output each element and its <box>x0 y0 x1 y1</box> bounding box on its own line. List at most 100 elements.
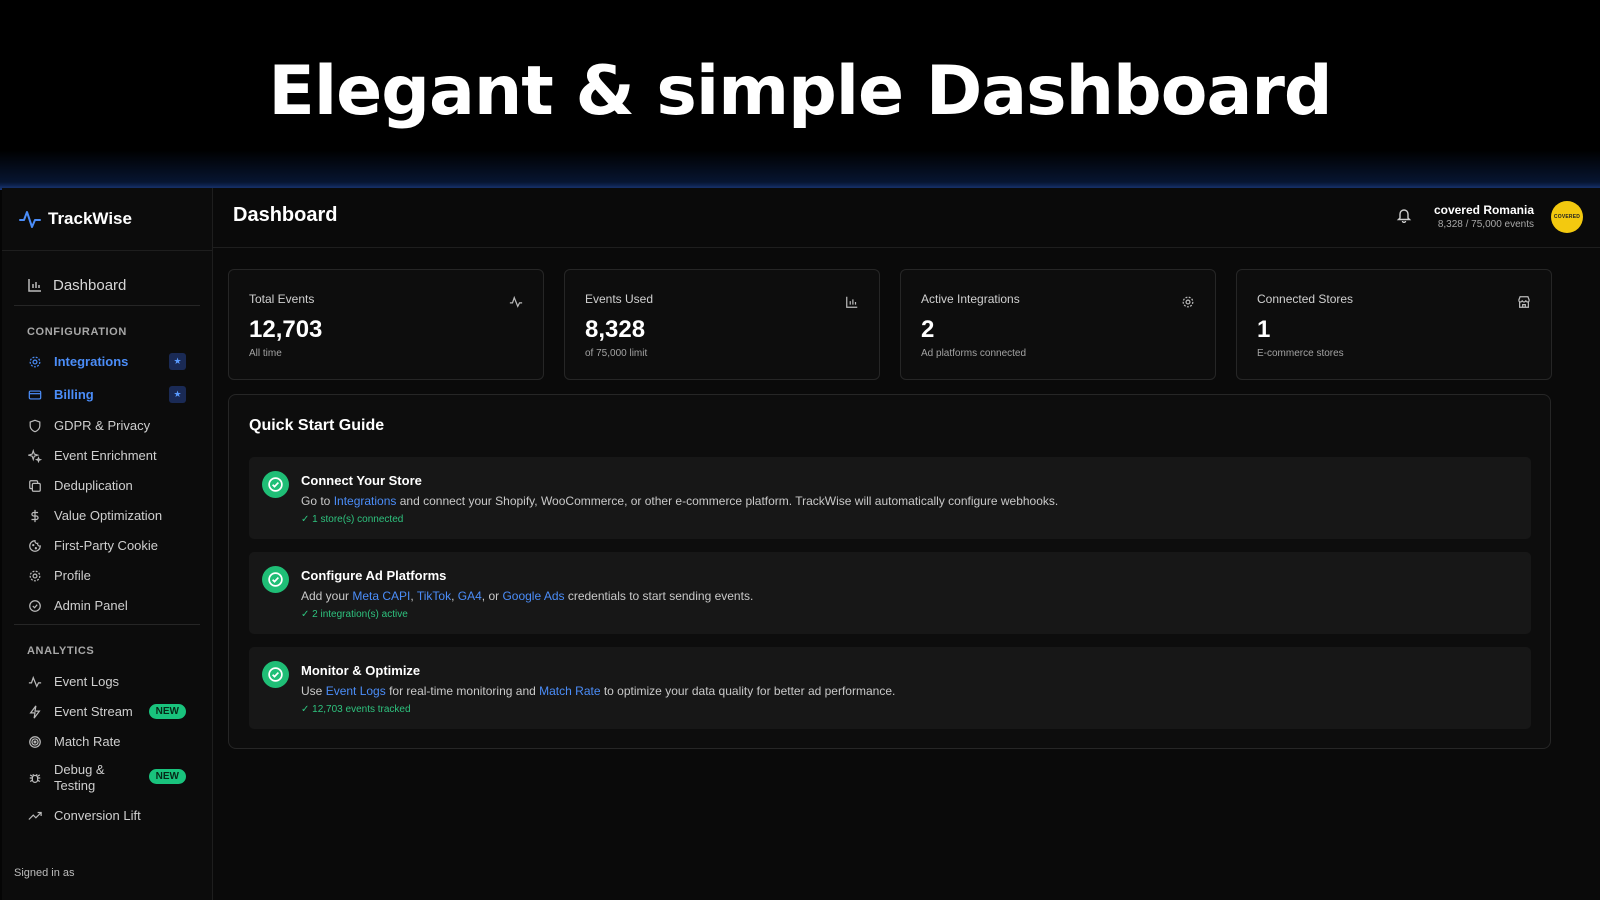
sidebar-item-label: Integrations <box>54 354 129 369</box>
sidebar-item-label: First-Party Cookie <box>54 538 159 553</box>
stat-subtext: All time <box>249 348 282 359</box>
description-text: Add your <box>301 589 353 603</box>
inline-link[interactable]: TikTok <box>417 589 451 603</box>
sidebar-item-deduplication[interactable]: Deduplication <box>14 472 200 500</box>
sidebar-item-label: Value Optimization <box>54 508 163 523</box>
sidebar-item-integrations[interactable]: Integrations ★ <box>14 348 200 376</box>
sidebar-item-profile[interactable]: Profile <box>14 562 200 590</box>
sidebar-item-event-stream[interactable]: Event Stream NEW <box>14 698 200 726</box>
stat-card-connected-stores: Connected Stores 1 E-commerce stores <box>1236 269 1552 380</box>
sidebar-item-billing[interactable]: Billing ★ <box>14 381 200 409</box>
avatar[interactable]: COVERED <box>1551 201 1583 233</box>
sidebar-item-event-enrichment[interactable]: Event Enrichment <box>14 442 200 470</box>
step-description: Go to Integrations and connect your Shop… <box>301 494 1058 508</box>
description-text: , or <box>481 589 503 603</box>
bar-chart-icon <box>28 279 41 292</box>
description-text: Use <box>301 684 326 698</box>
new-badge: NEW <box>148 704 186 719</box>
sidebar-item-conversion-lift[interactable]: Conversion Lift <box>14 802 200 830</box>
inline-link[interactable]: Google Ads <box>502 589 564 603</box>
sidebar-item-label: Billing <box>54 387 94 402</box>
description-text: for real-time monitoring and <box>385 684 540 698</box>
trend-icon <box>27 808 43 824</box>
banner-glow <box>0 150 1600 190</box>
bolt-icon <box>27 704 43 720</box>
sidebar-item-event-logs[interactable]: Event Logs <box>14 668 200 696</box>
quick-start-step: Monitor & Optimize Use Event Logs for re… <box>249 647 1531 729</box>
description-text: to optimize your data quality for better… <box>600 684 896 698</box>
sidebar-item-label: Event Stream <box>54 704 133 719</box>
sidebar-item-label: Debug & Testing <box>54 762 105 793</box>
step-status: ✓ 2 integration(s) active <box>301 609 408 620</box>
brand-name: TrackWise <box>48 209 132 228</box>
store-icon <box>1518 296 1530 308</box>
stat-label: Active Integrations <box>921 292 1020 306</box>
section-label-configuration: CONFIGURATION <box>27 326 127 338</box>
card-icon <box>27 387 43 403</box>
stat-label: Total Events <box>249 292 315 306</box>
step-title: Configure Ad Platforms <box>301 568 447 583</box>
sidebar-item-label: GDPR & Privacy <box>54 418 151 433</box>
stat-subtext: E-commerce stores <box>1257 348 1344 359</box>
pulse-icon <box>19 211 41 228</box>
bug-icon <box>27 770 43 786</box>
shield-icon <box>27 418 43 434</box>
copy-icon <box>27 478 43 494</box>
inline-link[interactable]: GA4 <box>458 589 482 603</box>
brand-logo[interactable]: TrackWise <box>2 188 212 251</box>
target-icon <box>27 734 43 750</box>
quick-start-step: Connect Your Store Go to Integrations an… <box>249 457 1531 539</box>
user-events-usage: 8,328 / 75,000 events <box>1437 219 1534 230</box>
step-title: Monitor & Optimize <box>301 663 421 678</box>
inline-link[interactable]: Meta CAPI <box>352 589 410 603</box>
sidebar-item-label: Match Rate <box>54 734 121 749</box>
activity-icon <box>27 674 43 690</box>
sidebar-divider <box>14 305 200 306</box>
stat-value: 8,328 <box>585 316 646 343</box>
check-circle-icon <box>262 566 289 593</box>
sidebar-item-dashboard[interactable]: Dashboard <box>14 270 200 300</box>
quick-start-step: Configure Ad Platforms Add your Meta CAP… <box>249 552 1531 634</box>
stat-card-events-used: Events Used 8,328 of 75,000 limit <box>564 269 880 380</box>
description-text: and connect your Shopify, WooCommerce, o… <box>396 494 1059 508</box>
gear-icon <box>27 354 43 370</box>
stat-value: 12,703 <box>249 316 323 343</box>
bell-icon[interactable] <box>1396 207 1412 223</box>
stat-subtext: Ad platforms connected <box>921 348 1027 359</box>
inline-link[interactable]: Event Logs <box>326 684 386 698</box>
bar-chart-icon <box>846 296 858 308</box>
stat-label: Connected Stores <box>1257 292 1354 306</box>
stat-card-total-events: Total Events 12,703 All time <box>228 269 544 380</box>
promo-banner: Elegant & simple Dashboard <box>0 0 1600 190</box>
sidebar-divider <box>14 624 200 625</box>
stat-label: Events Used <box>585 292 654 306</box>
activity-icon <box>509 295 523 308</box>
inline-link[interactable]: Integrations <box>334 494 397 508</box>
sidebar: TrackWise Dashboard CONFIGURATION Integr… <box>2 188 213 900</box>
section-label-analytics: ANALYTICS <box>27 645 95 657</box>
cookie-icon <box>27 538 43 554</box>
stat-value: 2 <box>921 316 935 343</box>
sidebar-item-value-optimization[interactable]: Value Optimization <box>14 502 200 530</box>
description-text: , <box>451 589 458 603</box>
stat-card-active-integrations: Active Integrations 2 Ad platforms conne… <box>900 269 1216 380</box>
dollar-icon <box>27 508 43 524</box>
check-circle-icon <box>262 471 289 498</box>
app-window: TrackWise Dashboard CONFIGURATION Integr… <box>2 188 1600 900</box>
step-title: Connect Your Store <box>301 473 422 488</box>
sidebar-item-gdpr-privacy[interactable]: GDPR & Privacy <box>14 412 200 440</box>
sidebar-item-match-rate[interactable]: Match Rate <box>14 728 200 756</box>
star-badge: ★ <box>169 386 186 403</box>
sidebar-item-label: Admin Panel <box>54 598 128 613</box>
sidebar-item-debug-testing[interactable]: Debug & Testing NEW <box>14 758 200 798</box>
check-circle-icon <box>262 661 289 688</box>
inline-link[interactable]: Match Rate <box>539 684 600 698</box>
sidebar-item-admin-panel[interactable]: Admin Panel <box>14 592 200 620</box>
sidebar-item-first-party-cookie[interactable]: First-Party Cookie <box>14 532 200 560</box>
banner-title: Elegant & simple Dashboard <box>268 52 1332 131</box>
user-name[interactable]: covered Romania <box>1434 203 1534 217</box>
stat-value: 1 <box>1257 316 1271 343</box>
sidebar-item-label: Dashboard <box>53 276 127 294</box>
stat-subtext: of 75,000 limit <box>585 348 648 359</box>
sidebar-item-label: Event Logs <box>54 674 120 689</box>
